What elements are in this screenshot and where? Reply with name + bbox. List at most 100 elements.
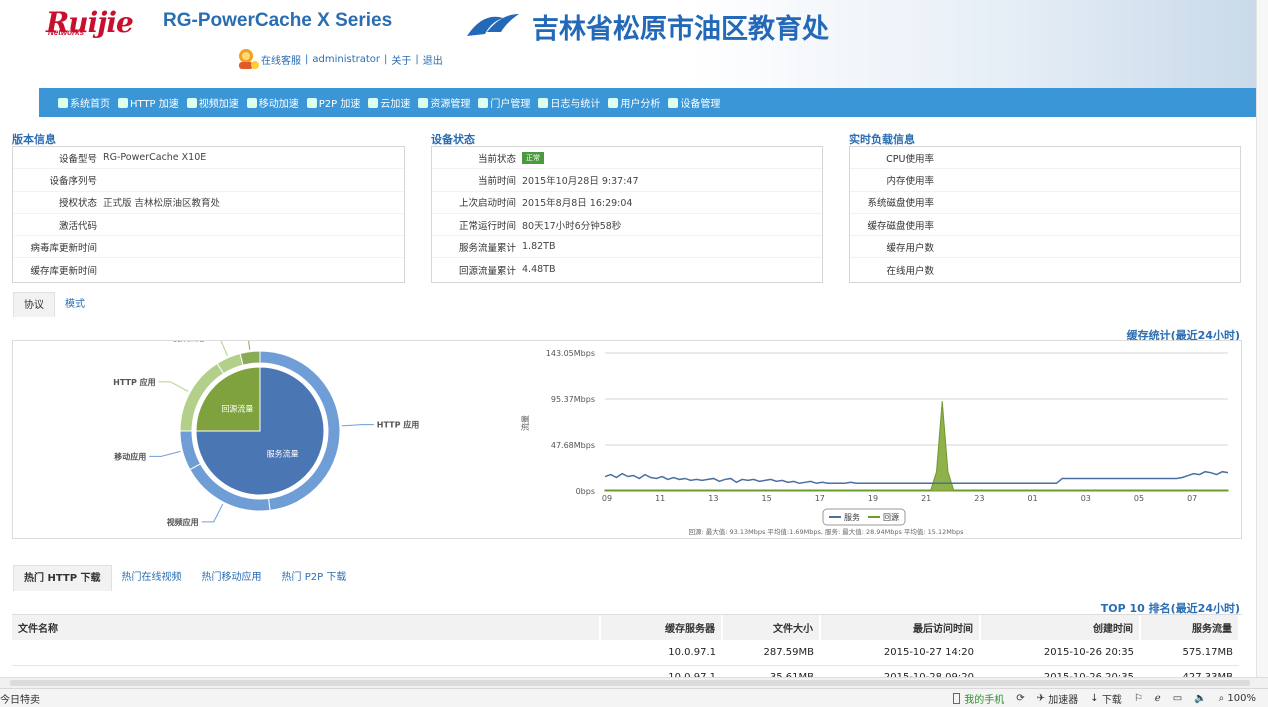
link-icon xyxy=(306,97,317,108)
info-label: 缓存用户数 xyxy=(886,242,934,254)
table-cell: 427.33MB xyxy=(1140,665,1239,677)
vertical-scrollbar[interactable] xyxy=(1256,0,1268,677)
horizontal-scrollbar[interactable] xyxy=(0,677,1268,688)
tab-hot-mobile[interactable]: 热门移动应用 xyxy=(192,565,272,591)
col-filename[interactable]: 文件名称 xyxy=(12,615,601,640)
info-label: 在线用户数 xyxy=(886,265,934,277)
col-size[interactable]: 文件大小 xyxy=(722,615,821,640)
x-tick-label: 13 xyxy=(708,494,718,503)
flag-icon[interactable]: ⚐ xyxy=(1134,693,1143,704)
header: Ruijie Networks RG-PowerCache X Series 吉… xyxy=(0,0,1256,88)
x-tick-label: 11 xyxy=(655,494,665,503)
y-tick-label: 47.68Mbps xyxy=(551,441,595,450)
nav-item-5[interactable]: 云加速 xyxy=(368,95,410,110)
info-row: 激活代码 xyxy=(13,214,404,237)
tab-mode[interactable]: 模式 xyxy=(55,292,95,317)
info-row: 设备序列号 xyxy=(13,169,404,192)
info-row: 正常运行时间 80天17小时6分钟58秒 xyxy=(432,214,822,237)
series-backsource-area[interactable] xyxy=(604,401,1229,492)
nav-label: HTTP 加速 xyxy=(130,99,179,110)
table-cell: 2015-10-26 20:35 xyxy=(980,640,1140,666)
info-label: 设备序列号 xyxy=(49,175,97,187)
info-label: 当前时间 xyxy=(477,175,516,187)
download-button[interactable]: ↓ 下载 xyxy=(1090,691,1122,706)
x-tick-label: 03 xyxy=(1081,494,1091,503)
info-row: 缓存磁盘使用率 xyxy=(850,214,1240,237)
table-row[interactable]: 10.0.97.1 287.59MB 2015-10-27 14:20 2015-10… xyxy=(12,640,1239,666)
user-icon xyxy=(608,97,619,108)
nav-item-0[interactable]: 系统首页 xyxy=(58,95,110,110)
logo-subtitle: Networks xyxy=(48,28,85,37)
download-icon: ↓ xyxy=(1090,692,1099,704)
table-cell: 575.17MB xyxy=(1140,640,1239,666)
speaker-icon[interactable]: 🔈 xyxy=(1194,693,1206,704)
info-label: 缓存库更新时间 xyxy=(30,265,97,277)
log-icon xyxy=(538,97,549,108)
status-label: 当前状态 xyxy=(477,153,516,165)
nav-item-3[interactable]: 移动加速 xyxy=(246,95,299,110)
window-icon[interactable]: ▭ xyxy=(1173,693,1182,704)
x-tick-label: 19 xyxy=(868,494,878,503)
nav-item-10[interactable]: 设备管理 xyxy=(668,95,720,110)
scroll-thumb[interactable] xyxy=(10,680,1250,686)
col-server[interactable]: 缓存服务器 xyxy=(600,615,723,640)
series-service-line[interactable] xyxy=(604,470,1229,485)
info-label: 激活代码 xyxy=(58,220,97,232)
hot-content-tabs: 热门 HTTP 下载 热门在线视频 热门移动应用 热门 P2P 下载 xyxy=(13,565,356,591)
col-last-access[interactable]: 最后访问时间 xyxy=(820,615,981,640)
chart-container: HTTP 应用视频应用移动应用HTTP 应用视频应用移动应用回源流量服务流量 0… xyxy=(12,340,1242,539)
online-support-link[interactable]: 在线客服 xyxy=(261,52,301,67)
nav-label: 云加速 xyxy=(380,99,411,110)
nav-item-2[interactable]: 视频加速 xyxy=(186,95,239,110)
support-avatar-icon[interactable] xyxy=(235,47,261,71)
folder-icon xyxy=(418,97,429,108)
info-value: 2015年8月8日 16:29:04 xyxy=(522,198,633,210)
y-tick-label: 0bps xyxy=(576,487,595,496)
x-tick-label: 01 xyxy=(1028,494,1038,503)
globe-icon xyxy=(118,97,128,108)
info-row: CPU使用率 xyxy=(850,147,1240,170)
refresh-icon[interactable]: ⟳ xyxy=(1016,693,1024,704)
x-tick-label: 21 xyxy=(921,494,931,503)
username-link[interactable]: administrator xyxy=(312,54,380,65)
nav-label: 设备管理 xyxy=(680,99,721,110)
version-info-panel: 设备型号 RG-PowerCache X10E 设备序列号 授权状态 正式版 吉林松原油… xyxy=(12,146,405,283)
zoom-control[interactable]: ⌕ 100% xyxy=(1219,693,1256,704)
nav-item-9[interactable]: 用户分析 xyxy=(608,95,660,110)
tab-hot-video[interactable]: 热门在线视频 xyxy=(112,565,192,591)
info-row: 设备型号 RG-PowerCache X10E xyxy=(13,147,404,170)
nav-item-6[interactable]: 资源管理 xyxy=(418,95,470,110)
cloud-icon xyxy=(368,97,379,108)
table-row[interactable]: 10.0.97.135.61MB2015-10-28 09:202015-10-… xyxy=(12,665,1239,677)
nav-label: 门户管理 xyxy=(490,99,531,110)
status-badge: 正常 xyxy=(522,151,544,164)
chart-tabs: 协议 模式 xyxy=(13,292,95,317)
logout-link[interactable]: 退出 xyxy=(423,52,443,67)
nav-item-7[interactable]: 门户管理 xyxy=(478,95,530,110)
tab-hot-http[interactable]: 热门 HTTP 下载 xyxy=(13,565,112,591)
pie-outer-slice[interactable] xyxy=(239,350,261,366)
ie-icon[interactable]: ℯ xyxy=(1155,693,1161,704)
table-cell: 2015-10-28 09:20 xyxy=(820,665,980,677)
nav-item-8[interactable]: 日志与统计 xyxy=(538,95,600,110)
nav-item-4[interactable]: P2P 加速 xyxy=(306,95,360,110)
info-value: 80天17小时6分钟58秒 xyxy=(522,220,622,232)
accelerator-button[interactable]: ✈ 加速器 xyxy=(1037,691,1079,706)
my-phone-button[interactable]: 我的手机 xyxy=(953,691,1004,706)
col-traffic[interactable]: 服务流量 xyxy=(1140,615,1240,640)
col-created[interactable]: 创建时间 xyxy=(980,615,1141,640)
status-row: 当前状态 正常 xyxy=(432,147,822,170)
info-row: 上次启动时间 2015年8月8日 16:29:04 xyxy=(432,192,822,214)
info-label: 系统磁盘使用率 xyxy=(867,198,934,210)
info-label: 正常运行时间 xyxy=(458,220,516,232)
status-left-text[interactable]: 今日特卖 xyxy=(0,691,40,706)
pie-inner-label: 服务流量 xyxy=(267,449,299,459)
nav-item-1[interactable]: HTTP 加速 xyxy=(118,95,179,110)
table-cell: 10.0.97.1 xyxy=(600,640,722,666)
x-tick-label: 05 xyxy=(1134,494,1144,503)
x-tick-label: 09 xyxy=(602,494,612,503)
about-link[interactable]: 关于 xyxy=(391,52,411,67)
tab-hot-p2p[interactable]: 热门 P2P 下载 xyxy=(272,565,357,591)
tab-protocol[interactable]: 协议 xyxy=(13,292,55,317)
org-logo-icon xyxy=(467,14,519,36)
